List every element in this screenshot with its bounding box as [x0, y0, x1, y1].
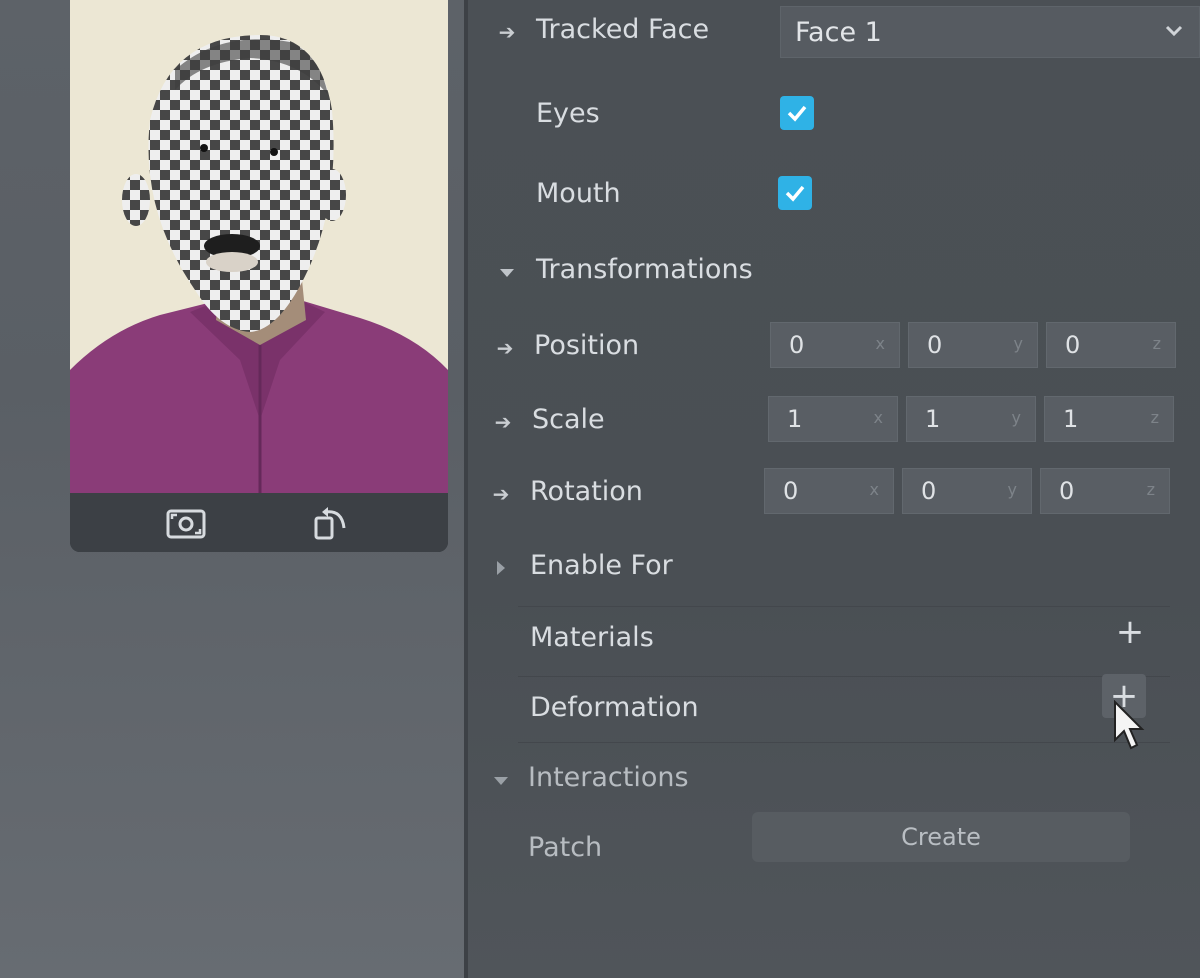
- position-x-field[interactable]: 0x: [770, 322, 900, 368]
- enable-for-section-header[interactable]: Enable For: [468, 536, 1200, 600]
- rotation-vector: 0x 0y 0z: [764, 468, 1170, 514]
- divider: [518, 742, 1170, 743]
- add-material-button[interactable]: +: [1108, 610, 1152, 654]
- interactions-label: Interactions: [528, 762, 689, 793]
- mouse-pointer-icon: [1114, 700, 1145, 750]
- rotate-icon[interactable]: [309, 503, 355, 543]
- mouth-checkbox[interactable]: [778, 176, 812, 210]
- position-row: ➔ Position 0x 0y 0z: [468, 316, 1200, 380]
- create-patch-button[interactable]: Create: [752, 812, 1130, 862]
- patch-label: Patch: [528, 832, 603, 863]
- divider: [518, 676, 1170, 677]
- scale-row: ➔ Scale 1x 1y 1z: [468, 390, 1200, 454]
- tracked-face-row: ➔ Tracked Face Face 1: [468, 0, 1200, 64]
- chevron-down-icon: [1165, 25, 1183, 37]
- checkmark-icon: [785, 185, 805, 202]
- tracked-face-dropdown[interactable]: Face 1: [780, 6, 1200, 58]
- mouth-row: Mouth: [468, 162, 1200, 226]
- caret-down-icon: [500, 269, 514, 277]
- connect-arrow-icon[interactable]: ➔: [494, 336, 516, 360]
- position-vector: 0x 0y 0z: [770, 322, 1176, 368]
- mouth-label: Mouth: [536, 178, 621, 209]
- scale-y-field[interactable]: 1y: [906, 396, 1036, 442]
- scale-label: Scale: [532, 404, 605, 435]
- deformation-row: Deformation +: [468, 674, 1200, 742]
- face-tracking-preview-image: [70, 0, 448, 493]
- deformation-label: Deformation: [530, 692, 699, 723]
- caret-down-icon: [494, 777, 508, 785]
- position-label: Position: [534, 330, 640, 361]
- preview-toolbar: [70, 493, 448, 552]
- caret-right-icon: [497, 561, 505, 575]
- divider: [518, 606, 1170, 607]
- materials-row: Materials +: [468, 608, 1200, 672]
- tracked-face-label: Tracked Face: [536, 14, 710, 45]
- rotation-y-field[interactable]: 0y: [902, 468, 1032, 514]
- connect-arrow-icon[interactable]: ➔: [492, 410, 514, 434]
- checkmark-icon: [787, 105, 807, 122]
- rotation-row: ➔ Rotation 0x 0y 0z: [468, 462, 1200, 526]
- properties-panel: ➔ Tracked Face Face 1 Eyes Mouth Transfo…: [468, 0, 1200, 978]
- transformations-label: Transformations: [536, 254, 753, 285]
- position-y-field[interactable]: 0y: [908, 322, 1038, 368]
- eyes-row: Eyes: [468, 82, 1200, 146]
- scale-z-field[interactable]: 1z: [1044, 396, 1174, 442]
- scene-viewport[interactable]: [0, 0, 468, 978]
- rotation-z-field[interactable]: 0z: [1040, 468, 1170, 514]
- eyes-label: Eyes: [536, 98, 600, 129]
- tracked-face-value: Face 1: [795, 16, 882, 48]
- camera-preview: [70, 0, 448, 552]
- scale-vector: 1x 1y 1z: [768, 396, 1174, 442]
- connect-arrow-icon[interactable]: ➔: [490, 482, 512, 506]
- transformations-section-header[interactable]: Transformations: [468, 240, 1200, 304]
- eyes-checkbox[interactable]: [780, 96, 814, 130]
- enable-for-label: Enable For: [530, 550, 673, 581]
- position-z-field[interactable]: 0z: [1046, 322, 1176, 368]
- connect-arrow-icon[interactable]: ➔: [496, 20, 518, 44]
- materials-label: Materials: [530, 622, 654, 653]
- camera-switch-icon[interactable]: [163, 503, 209, 543]
- scale-x-field[interactable]: 1x: [768, 396, 898, 442]
- interactions-section-header[interactable]: Interactions: [468, 748, 1200, 812]
- rotation-label: Rotation: [530, 476, 643, 507]
- rotation-x-field[interactable]: 0x: [764, 468, 894, 514]
